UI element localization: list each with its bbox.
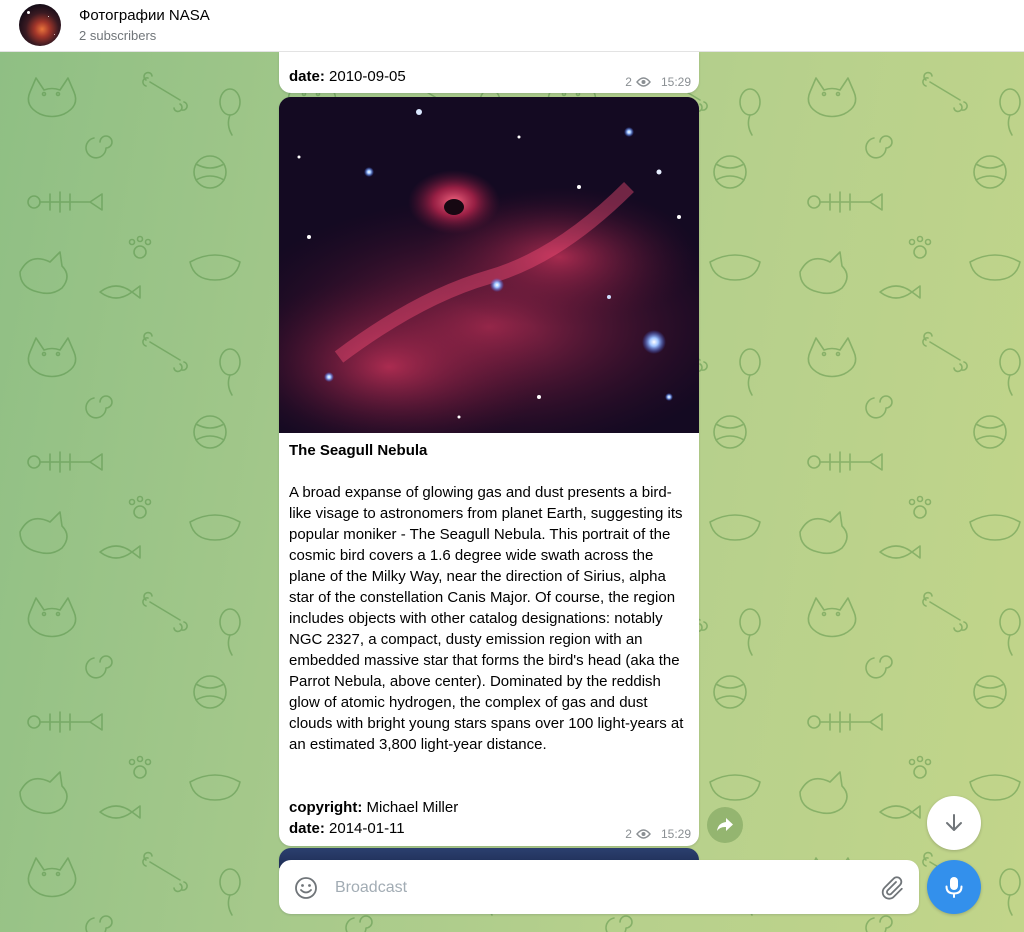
date-label: date: [289,68,325,85]
seagull-nebula-image [279,97,699,433]
message-meta: 2 15:29 [625,827,691,841]
subscriber-count: 2 subscribers [79,28,157,43]
message-composer[interactable] [279,860,919,914]
forward-icon [717,818,733,831]
microphone-icon [945,877,963,898]
forward-button[interactable] [707,807,743,843]
eye-icon [636,77,651,87]
microphone-button[interactable] [927,860,981,914]
view-count: 2 [625,827,632,841]
channel-title[interactable]: Фотографии NASA [79,7,210,24]
message-body: A broad expanse of glowing gas and dust … [289,484,684,753]
chat-header[interactable]: Фотографии NASA 2 subscribers [0,0,1024,52]
chat-area[interactable]: date: 2010-09-05 2 15:29 The Seagull Neb… [0,52,1024,932]
date-value: 2010-09-05 [329,68,406,85]
arrow-down-icon [946,814,962,831]
copyright-value: Michael Miller [366,799,459,816]
message-bubble[interactable]: date: 2010-09-05 2 15:29 [279,52,699,93]
message-meta: 2 15:29 [625,75,691,89]
message-bubble[interactable]: The Seagull Nebula A broad expanse of gl… [279,97,699,846]
nebula-photo[interactable] [279,97,699,433]
message-title: The Seagull Nebula [289,442,428,459]
view-count: 2 [625,75,632,89]
scroll-down-button[interactable] [927,796,981,850]
paperclip-icon[interactable] [879,874,905,900]
eye-icon [636,829,651,839]
channel-avatar[interactable] [19,4,61,46]
message-time: 15:29 [660,827,691,841]
smile-icon[interactable] [293,875,319,901]
date-value: 2014-01-11 [329,820,405,837]
date-label: date: [289,820,325,837]
message-time: 15:29 [660,75,691,89]
copyright-label: copyright: [289,799,363,816]
broadcast-input[interactable] [333,874,857,902]
